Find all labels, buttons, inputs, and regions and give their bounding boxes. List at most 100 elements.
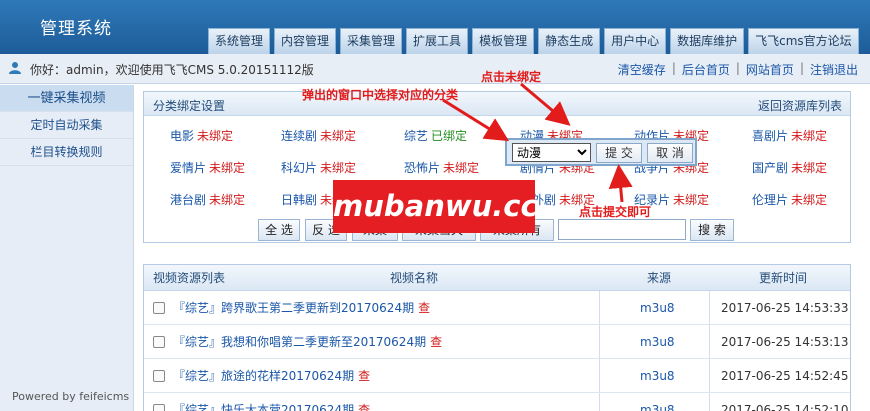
col-header-time: 更新时间 [759, 271, 808, 285]
time-cell: 2017-06-25 14:52:45 [721, 368, 849, 383]
source-cell: m3u8 [640, 334, 675, 349]
category-item: 国产剧 未绑定 [752, 159, 827, 176]
annotation-select-category: 弹出的窗口中选择对应的分类 [302, 88, 459, 102]
tab-static[interactable]: 静态生成 [538, 28, 601, 54]
category-bind-status-link[interactable]: 已绑定 [431, 129, 467, 143]
category-bind-status-link[interactable]: 未绑定 [443, 161, 479, 175]
category-bind-status-link[interactable]: 未绑定 [209, 161, 245, 175]
select-all-button[interactable]: 全 选 [258, 219, 300, 241]
row-checkbox[interactable] [153, 403, 165, 411]
separator: | [799, 61, 804, 75]
row-checkbox[interactable] [153, 301, 165, 314]
back-to-list-link[interactable]: 返回资源库列表 [758, 97, 842, 114]
category-item: 科幻片 未绑定 [281, 159, 356, 176]
view-link[interactable]: 查 [358, 401, 370, 411]
category-bind-status-link[interactable]: 未绑定 [320, 129, 356, 143]
category-name: 伦理片 [752, 193, 789, 207]
category-item: 电影 未绑定 [170, 127, 233, 144]
top-nav: 系统管理 内容管理 采集管理 扩展工具 模板管理 静态生成 用户中心 数据库维护… [208, 28, 863, 54]
category-name: 连续剧 [281, 129, 318, 143]
table-header: 视频资源列表 视频名称 来源 更新时间 [144, 265, 850, 291]
tab-content[interactable]: 内容管理 [274, 28, 337, 54]
annotation-click-unbound: 点击未绑定 [481, 70, 542, 84]
powered-by: Powered by feifeicms [12, 390, 130, 403]
top-header: 管理系统 系统管理 内容管理 采集管理 扩展工具 模板管理 静态生成 用户中心 … [0, 0, 870, 54]
column-divider [709, 393, 710, 411]
category-name: 电影 [170, 129, 195, 143]
source-cell: m3u8 [640, 402, 675, 411]
category-bind-status-link[interactable]: 未绑定 [320, 161, 356, 175]
column-divider [599, 359, 600, 392]
clear-cache-link[interactable]: 清空缓存 [618, 61, 666, 78]
col-header-resource: 视频资源列表 [153, 271, 226, 285]
category-bind-status-link[interactable]: 未绑定 [791, 161, 827, 175]
search-button[interactable]: 搜 索 [690, 219, 734, 241]
admin-home-link[interactable]: 后台首页 [682, 61, 730, 78]
panel-title: 分类绑定设置 [153, 99, 226, 113]
category-item: 伦理片 未绑定 [752, 191, 827, 208]
watermark: mubanwu.cc [333, 180, 538, 233]
col-header-source: 来源 [647, 271, 672, 285]
category-bind-status-link[interactable]: 未绑定 [209, 193, 245, 207]
video-title-link[interactable]: 『综艺』快乐大本营20170624期 [173, 401, 354, 411]
table-row: 『综艺』跨界歌王第二季更新到20170624期查 m3u8 2017-06-25 1… [144, 291, 850, 325]
sidebar-item-scheduled-collect[interactable]: 定时自动采集 [0, 112, 133, 139]
category-bind-status-link[interactable]: 未绑定 [673, 193, 709, 207]
category-name: 喜剧片 [752, 129, 789, 143]
col-header-title: 视频名称 [390, 271, 439, 285]
view-link[interactable]: 查 [430, 333, 442, 350]
video-title-link[interactable]: 『综艺』旅途的花样20170624期 [173, 367, 354, 384]
view-link[interactable]: 查 [358, 367, 370, 384]
category-name: 爱情片 [170, 161, 207, 175]
video-title-link[interactable]: 『综艺』跨界歌王第二季更新到20170624期 [173, 299, 414, 316]
separator: | [735, 61, 740, 75]
row-checkbox-cell: 『综艺』快乐大本营20170624期查 [144, 393, 370, 411]
category-name: 国产剧 [752, 161, 789, 175]
category-item: 综艺 已绑定 [404, 127, 467, 144]
logout-link[interactable]: 注销退出 [810, 61, 858, 78]
row-checkbox-cell: 『综艺』跨界歌王第二季更新到20170624期查 [144, 291, 430, 324]
row-checkbox-cell: 『综艺』旅途的花样20170624期查 [144, 359, 370, 392]
time-cell: 2017-06-25 14:53:13 [721, 334, 849, 349]
category-bind-status-link[interactable]: 未绑定 [197, 129, 233, 143]
category-bind-status-link[interactable]: 未绑定 [791, 129, 827, 143]
category-item: 爱情片 未绑定 [170, 159, 245, 176]
sidebar-item-one-click-collect[interactable]: 一键采集视频 [0, 85, 133, 112]
category-item: 港台剧 未绑定 [170, 191, 245, 208]
time-cell: 2017-06-25 14:52:10 [721, 402, 849, 411]
category-bind-status-link[interactable]: 未绑定 [791, 193, 827, 207]
category-name: 综艺 [404, 129, 429, 143]
tab-users[interactable]: 用户中心 [604, 28, 667, 54]
row-checkbox-cell: 『综艺』我想和你唱第二季更新至20170624期查 [144, 325, 442, 358]
view-link[interactable]: 查 [418, 299, 430, 316]
row-checkbox[interactable] [153, 369, 165, 382]
site-home-link[interactable]: 网站首页 [746, 61, 794, 78]
tab-templates[interactable]: 模板管理 [472, 28, 535, 54]
video-title-link[interactable]: 『综艺』我想和你唱第二季更新至20170624期 [173, 333, 426, 350]
column-divider [599, 291, 600, 324]
column-divider [709, 325, 710, 358]
tab-tools[interactable]: 扩展工具 [406, 28, 469, 54]
table-row: 『综艺』旅途的花样20170624期查 m3u8 2017-06-25 14:52:… [144, 359, 850, 393]
row-checkbox[interactable] [153, 335, 165, 348]
welcome-text: 你好：admin，欢迎使用飞飞CMS 5.0.20151112版 [30, 63, 314, 77]
column-divider [709, 291, 710, 324]
tab-system[interactable]: 系统管理 [208, 28, 271, 54]
submit-button[interactable]: 提 交 [596, 143, 642, 163]
category-select[interactable]: 动漫 [512, 143, 591, 162]
tab-database[interactable]: 数据库维护 [670, 28, 745, 54]
app-title: 管理系统 [40, 19, 112, 39]
cancel-button[interactable]: 取 消 [647, 143, 693, 163]
source-cell: m3u8 [640, 300, 675, 315]
time-cell: 2017-06-25 14:53:33 [721, 300, 849, 315]
annotation-click-submit: 点击提交即可 [579, 205, 652, 219]
tab-collect[interactable]: 采集管理 [340, 28, 403, 54]
column-divider [599, 325, 600, 358]
sidebar-item-column-rules[interactable]: 栏目转换规则 [0, 139, 133, 166]
user-icon [9, 62, 21, 74]
tab-forum[interactable]: 飞飞cms官方论坛 [748, 28, 859, 54]
panel-header: 分类绑定设置 返回资源库列表 [144, 92, 850, 116]
search-input[interactable] [558, 219, 686, 240]
separator: | [671, 61, 676, 75]
header-links: 清空缓存 | 后台首页 | 网站首页 | 注销退出 [618, 61, 858, 78]
